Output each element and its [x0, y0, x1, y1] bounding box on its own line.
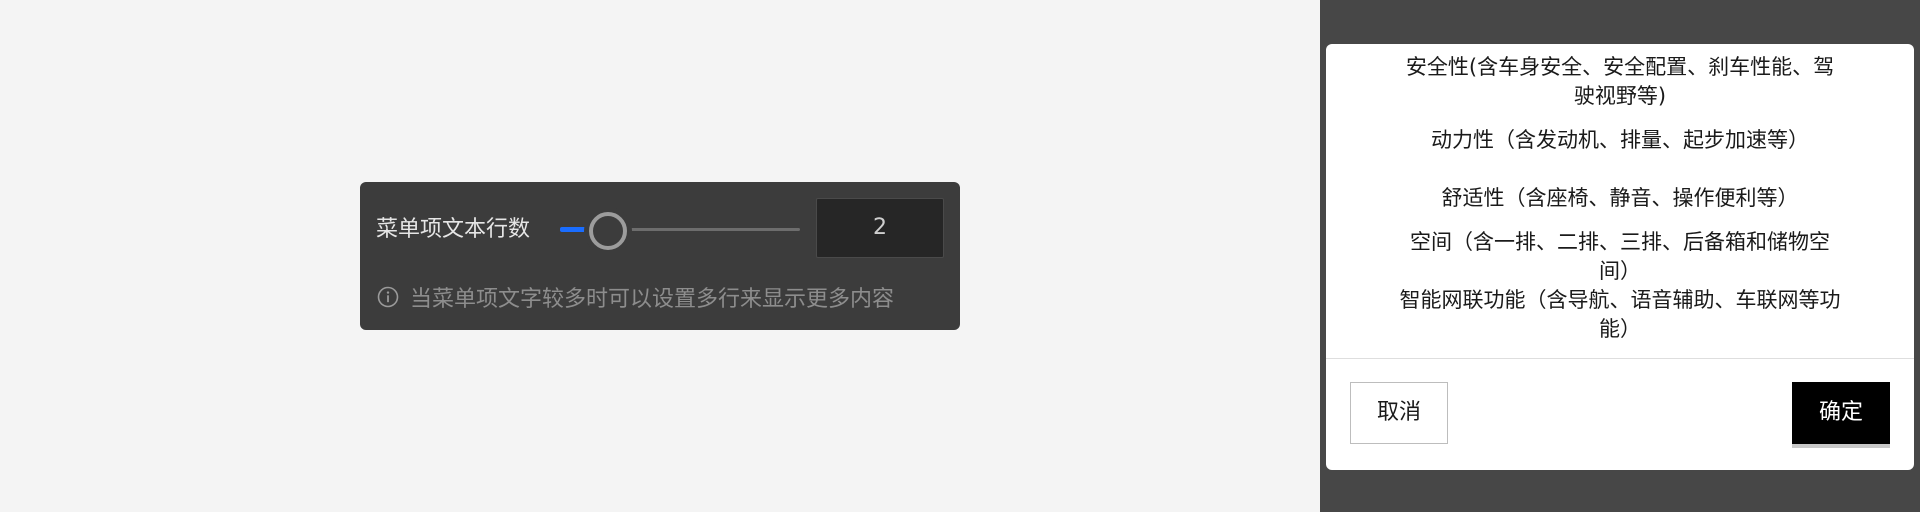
confirm-button[interactable]: 确定 [1792, 382, 1890, 444]
hint-text: 当菜单项文字较多时可以设置多行来显示更多内容 [410, 287, 895, 312]
info-circle-icon [376, 285, 400, 309]
dialog-divider [1326, 358, 1914, 359]
menu-item-power[interactable]: 动力性（含发动机、排量、起步加速等） [1396, 126, 1844, 155]
hint-row: 当菜单项文字较多时可以设置多行来显示更多内容 [376, 280, 894, 314]
slider-thumb[interactable] [589, 212, 627, 250]
lines-slider[interactable] [560, 212, 800, 250]
device-preview: 安全性(含车身安全、安全配置、刹车性能、驾驶视野等) 动力性（含发动机、排量、起… [1320, 0, 1920, 512]
menu-text-lines-setting: 菜单项文本行数 2 当菜单项文字较多时可以设置多行来显示更多内容 [360, 182, 960, 330]
selection-dialog: 安全性(含车身安全、安全配置、刹车性能、驾驶视野等) 动力性（含发动机、排量、起… [1326, 44, 1914, 470]
menu-list: 安全性(含车身安全、安全配置、刹车性能、驾驶视野等) 动力性（含发动机、排量、起… [1326, 44, 1914, 357]
cancel-button[interactable]: 取消 [1350, 382, 1448, 444]
menu-item-connectivity[interactable]: 智能网联功能（含导航、语音辅助、车联网等功能） [1396, 286, 1844, 344]
menu-item-safety[interactable]: 安全性(含车身安全、安全配置、刹车性能、驾驶视野等) [1396, 53, 1844, 111]
setting-label: 菜单项文本行数 [376, 217, 531, 242]
lines-value-input[interactable]: 2 [816, 198, 944, 258]
menu-item-comfort[interactable]: 舒适性（含座椅、静音、操作便利等） [1396, 184, 1844, 213]
menu-item-space[interactable]: 空间（含一排、二排、三排、后备箱和储物空间） [1396, 228, 1844, 286]
